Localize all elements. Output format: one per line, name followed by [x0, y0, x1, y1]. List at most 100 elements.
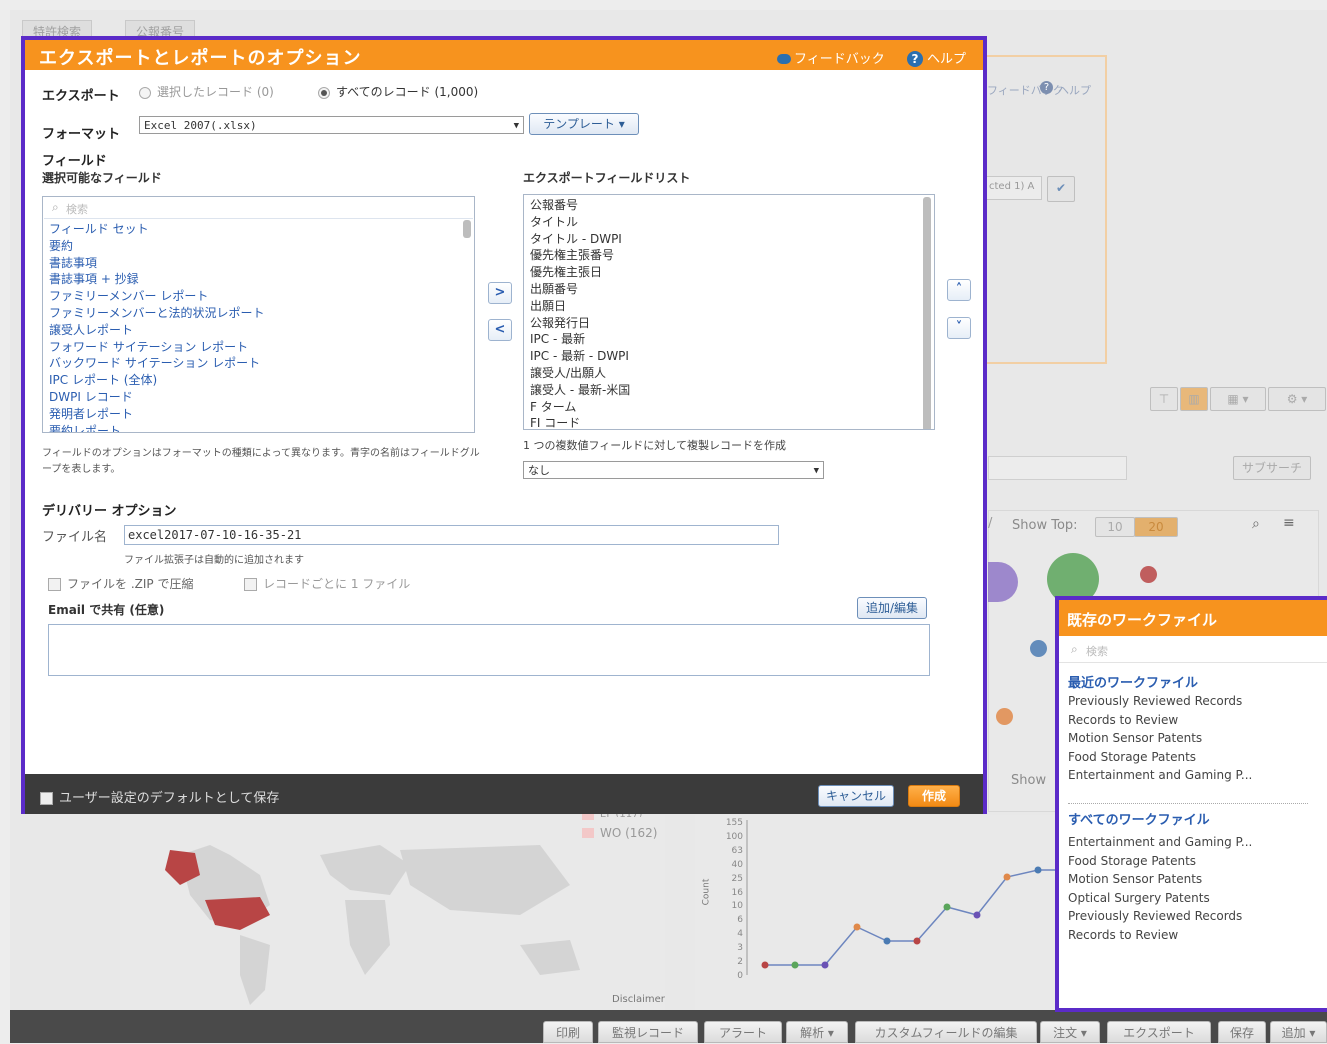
workfile-item[interactable]: Previously Reviewed Records	[1068, 692, 1252, 711]
checkbox-icon	[40, 792, 53, 805]
fields-note: フィールドのオプションはフォーマットの種類によって異なります。青字の名前はフィー…	[42, 448, 480, 475]
list-item[interactable]: 優先権主張日	[530, 264, 915, 281]
list-item[interactable]: FI コード	[530, 415, 915, 429]
template-dropdown[interactable]: テンプレート ▾	[529, 113, 639, 135]
workfile-item[interactable]: Entertainment and Gaming P...	[1068, 766, 1252, 785]
cancel-button[interactable]: キャンセル	[818, 785, 894, 807]
alert-button[interactable]: アラート	[704, 1021, 782, 1043]
bg-help-icon[interactable]: ?	[1040, 81, 1053, 94]
workfile-item[interactable]: Motion Sensor Patents	[1068, 870, 1252, 889]
print-button[interactable]: 印刷	[543, 1021, 593, 1043]
workfile-item[interactable]: Records to Review	[1068, 711, 1252, 730]
list-item[interactable]: 公報番号	[530, 197, 915, 214]
chevron-down-icon: ▼	[813, 466, 819, 476]
save-button[interactable]: 保存	[1218, 1021, 1266, 1043]
radio-icon	[139, 86, 151, 99]
available-fields-items: フィールド セット 要約 書誌事項 書誌事項 + 抄録 ファミリーメンバー レポ…	[49, 221, 459, 432]
workfile-item[interactable]: Records to Review	[1068, 926, 1252, 945]
list-item[interactable]: 出願日	[530, 298, 915, 315]
filename-input[interactable]: excel2017-07-10-16-35-21	[124, 525, 779, 545]
scrollbar-thumb[interactable]	[923, 197, 931, 429]
list-item[interactable]: フォワード サイテーション レポート	[49, 339, 459, 356]
add-edit-button[interactable]: 追加/編集	[857, 597, 927, 619]
bg-menu-icon[interactable]: ≡	[1283, 515, 1295, 531]
radio-selected-icon	[318, 86, 330, 99]
list-item[interactable]: 譲受人レポート	[49, 322, 459, 339]
workfile-search-input[interactable]: ⌕ 検索	[1059, 638, 1327, 663]
list-item[interactable]: 要約	[49, 238, 459, 255]
export-button[interactable]: エクスポート	[1107, 1021, 1211, 1043]
move-left-button[interactable]: <	[488, 319, 512, 341]
radio-selected-records[interactable]: 選択したレコード (0)	[139, 83, 274, 100]
bg-chart-icon[interactable]: ▥	[1180, 387, 1208, 411]
duplicate-record-select[interactable]: なし ▼	[523, 461, 824, 479]
list-item[interactable]: 優先権主張番号	[530, 247, 915, 264]
workfile-item[interactable]: Entertainment and Gaming P...	[1068, 833, 1252, 852]
list-item[interactable]: 書誌事項 + 抄録	[49, 271, 459, 288]
bg-subquery-button[interactable]: サブサーチ	[1233, 456, 1311, 480]
bg-line-chart: Count 155 100 63 40 25 16 10 6 4 3 2 0	[695, 815, 1055, 1010]
help-link[interactable]: ? ヘルプ	[907, 48, 966, 67]
list-item[interactable]: バックワード サイテーション レポート	[49, 355, 459, 372]
create-button[interactable]: 作成	[908, 785, 960, 807]
search-icon: ⌕	[52, 200, 59, 214]
all-workfiles-list: Entertainment and Gaming P... Food Stora…	[1068, 833, 1252, 944]
workfile-item[interactable]: Food Storage Patents	[1068, 852, 1252, 871]
list-item[interactable]: 譲受人/出願人	[530, 365, 915, 382]
add-dropdown[interactable]: 追加 ▾	[1270, 1021, 1327, 1043]
dialog-header: エクスポートとレポートのオプション フィードバック ? ヘルプ	[25, 40, 983, 70]
bg-legend-wo: WO (162)	[600, 826, 658, 840]
bg-show-top-10[interactable]: 10	[1095, 517, 1135, 537]
dialog-title: エクスポートとレポートのオプション	[39, 48, 362, 69]
format-select[interactable]: Excel 2007(.xlsx) ▼	[139, 116, 524, 134]
radio-all-records[interactable]: すべてのレコード (1,000)	[318, 83, 478, 100]
feedback-link[interactable]: フィードバック	[777, 48, 885, 67]
search-icon: ⌕	[1071, 642, 1078, 656]
workfile-item[interactable]: Previously Reviewed Records	[1068, 907, 1252, 926]
workfile-item[interactable]: Motion Sensor Patents	[1068, 729, 1252, 748]
bg-view-dropdown[interactable]: ▦ ▾	[1210, 387, 1266, 411]
bg-filter-icon[interactable]: ⊤	[1150, 387, 1178, 411]
list-item[interactable]: IPC - 最新 - DWPI	[530, 348, 915, 365]
list-item[interactable]: DWPI レコード	[49, 389, 459, 406]
list-item[interactable]: ファミリーメンバーと法的状況レポート	[49, 305, 459, 322]
scrollbar-thumb[interactable]	[463, 220, 471, 238]
bg-check-button[interactable]: ✔	[1047, 176, 1075, 202]
list-item[interactable]: タイトル - DWPI	[530, 231, 915, 248]
monitor-records-button[interactable]: 監視レコード	[598, 1021, 698, 1043]
bg-search-box[interactable]	[988, 456, 1127, 480]
per-record-checkbox[interactable]: レコードごとに 1 ファイル	[244, 575, 410, 592]
list-item[interactable]: IPC レポート (全体)	[49, 372, 459, 389]
list-item[interactable]: 出願番号	[530, 281, 915, 298]
bg-help-link[interactable]: ヘルプ	[1058, 82, 1091, 98]
list-item[interactable]: 譲受人 - 最新-米国	[530, 382, 915, 399]
list-item[interactable]: 要約レポート	[49, 423, 459, 432]
email-textarea[interactable]	[48, 624, 930, 676]
order-dropdown[interactable]: 注文 ▾	[1040, 1021, 1100, 1043]
list-item[interactable]: IPC - 最新	[530, 331, 915, 348]
move-right-button[interactable]: >	[488, 282, 512, 304]
fields-search-input[interactable]: ⌕ 検索	[44, 198, 473, 219]
list-item[interactable]: ファミリーメンバー レポート	[49, 288, 459, 305]
edit-custom-fields-button[interactable]: カスタムフィールドの編集	[855, 1021, 1037, 1043]
analysis-dropdown[interactable]: 解析 ▾	[786, 1021, 848, 1043]
move-up-button[interactable]: ˄	[947, 279, 971, 301]
move-down-button[interactable]: ˅	[947, 317, 971, 339]
bg-show-label: Show	[1011, 773, 1047, 788]
bg-zoom-icon[interactable]: ⌕	[1252, 516, 1260, 532]
workfile-item[interactable]: Food Storage Patents	[1068, 748, 1252, 767]
workfile-item[interactable]: Optical Surgery Patents	[1068, 889, 1252, 908]
list-item[interactable]: F ターム	[530, 399, 915, 416]
chevron-down-icon: ▼	[513, 121, 519, 131]
zip-checkbox[interactable]: ファイルを .ZIP で圧縮	[48, 575, 193, 592]
list-item[interactable]: 公報発行日	[530, 315, 915, 332]
bg-show-top-20[interactable]: 20	[1134, 517, 1178, 537]
list-item[interactable]: 発明者レポート	[49, 406, 459, 423]
checkbox-icon	[48, 578, 61, 591]
bg-settings-dropdown[interactable]: ⚙ ▾	[1268, 387, 1326, 411]
list-item[interactable]: フィールド セット	[49, 221, 459, 238]
save-default-checkbox[interactable]: ユーザー設定のデフォルトとして保存	[40, 787, 279, 806]
list-item[interactable]: 書誌事項	[49, 255, 459, 272]
list-item[interactable]: タイトル	[530, 214, 915, 231]
workfile-title: 既存のワークファイル	[1067, 611, 1218, 629]
